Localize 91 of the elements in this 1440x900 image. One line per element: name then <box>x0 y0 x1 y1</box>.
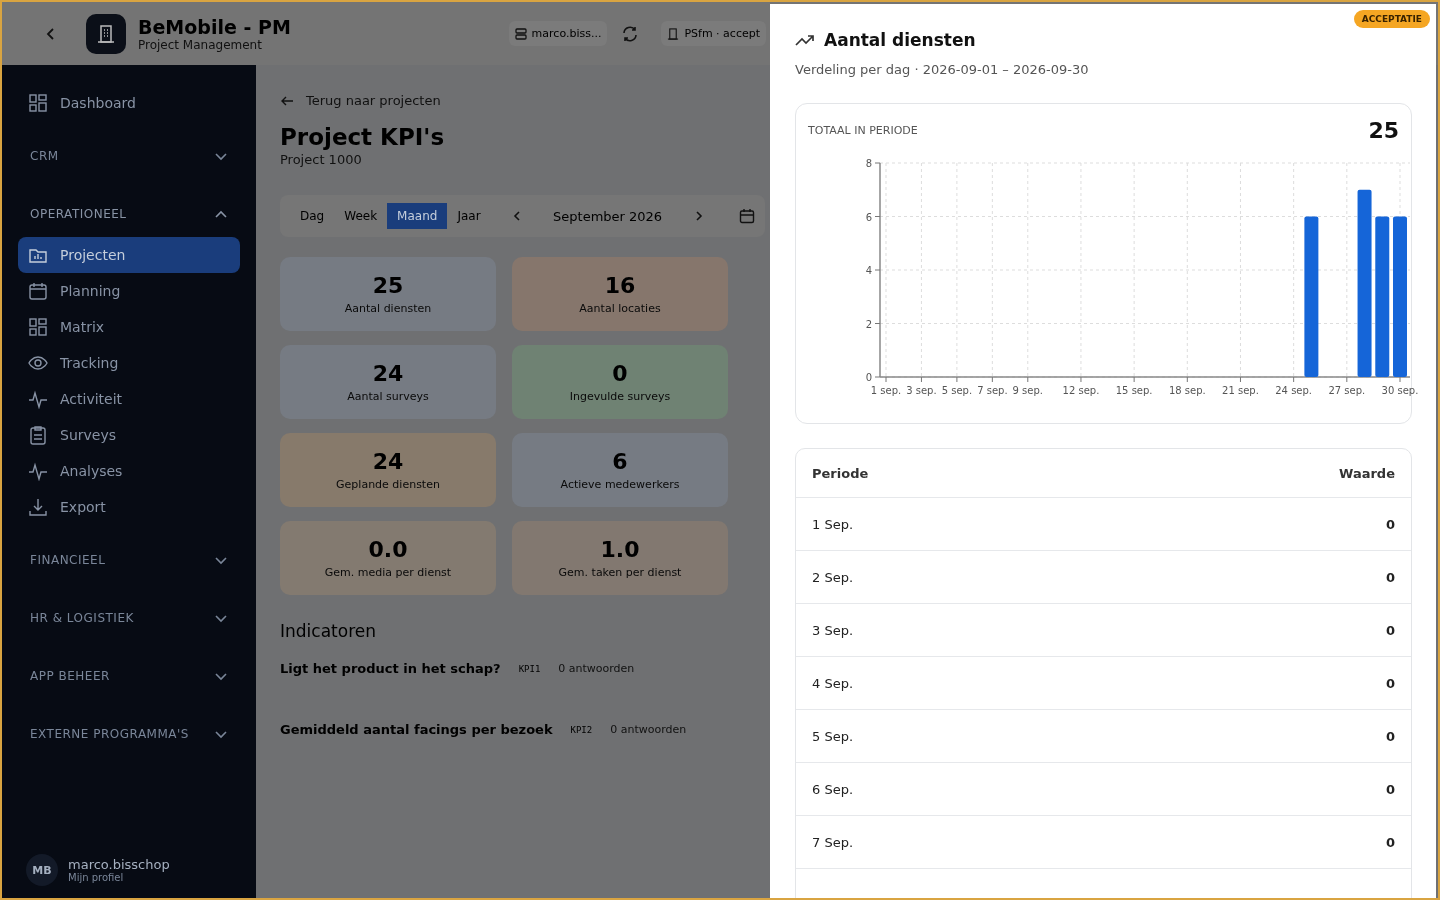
nav-item[interactable]: Tracking <box>18 345 240 381</box>
sidebar-section[interactable]: APP BEHEER <box>18 641 240 699</box>
column-header: Periode <box>812 465 869 481</box>
period-tab[interactable]: Jaar <box>447 203 491 229</box>
x-tick-label: 12 sep. <box>1062 385 1100 396</box>
drawer-title: Aantal diensten <box>824 30 976 50</box>
environment-badge: ACCEPTATIE <box>1353 10 1430 28</box>
sidebar-section[interactable]: OPERATIONEEL <box>18 179 240 237</box>
table-cell: 0 <box>1385 834 1395 850</box>
kpi-value: 1.0 <box>600 537 640 562</box>
x-tick-label: 21 sep. <box>1222 385 1259 396</box>
sidebar-section[interactable]: CRM <box>18 121 240 179</box>
x-tick-label: 15 sep. <box>1115 385 1153 396</box>
x-tick-label: 5 sep. <box>941 385 973 396</box>
table-cell: 6 Sep. <box>812 781 854 797</box>
drawer-subtitle: Verdeling per dag · 2026-09-01 – 2026-09-30 <box>795 62 1089 77</box>
x-tick-label: 24 sep. <box>1275 385 1313 396</box>
x-tick-label: 3 sep. <box>906 385 937 396</box>
nav-item[interactable]: Surveys <box>18 417 240 453</box>
sidebar-section[interactable]: FINANCIEEL <box>18 525 240 583</box>
kpi-label: Actieve medewerkers <box>560 478 680 491</box>
nav-item[interactable]: Analyses <box>18 453 240 489</box>
period-tab[interactable]: Week <box>334 203 388 229</box>
x-tick-label: 30 sep. <box>1381 385 1419 396</box>
user-name: marco.bisschop <box>68 857 170 872</box>
table-cell: 5 Sep. <box>812 728 854 744</box>
kpi-value: 6 <box>612 449 628 474</box>
kpi-value: 25 <box>372 273 404 298</box>
x-tick-label: 18 sep. <box>1168 385 1206 396</box>
indicator-code: KPI1 <box>518 663 541 674</box>
table-cell: 2 Sep. <box>812 569 854 585</box>
period-tab[interactable]: Dag <box>290 203 335 229</box>
table-cell: 7 Sep. <box>812 834 854 850</box>
indicator-question: Ligt het product in het schap? <box>280 661 501 676</box>
table-cell: 0 <box>1385 781 1395 797</box>
back-link[interactable]: Terug naar projecten <box>280 93 441 108</box>
y-tick-label: 0 <box>865 372 872 383</box>
page-title: Project KPI's <box>280 124 445 150</box>
table-cell: 0 <box>1385 516 1395 532</box>
kpi-value: 24 <box>372 361 404 386</box>
table-cell: 3 Sep. <box>812 622 854 638</box>
nav-item[interactable]: Dashboard <box>18 85 240 121</box>
kpi-label: Ingevulde surveys <box>569 390 671 403</box>
nav-item[interactable]: Export <box>18 489 240 525</box>
table-cell: 0 <box>1385 675 1395 691</box>
app-subtitle: Project Management <box>138 37 263 52</box>
x-tick-label: 7 sep. <box>977 385 1008 396</box>
y-tick-label: 8 <box>865 158 872 169</box>
period-label: September 2026 <box>552 208 664 224</box>
x-tick-label: 27 sep. <box>1328 385 1366 396</box>
table-cell: 4 Sep. <box>812 675 854 691</box>
period-tab[interactable]: Maand <box>387 203 448 229</box>
y-tick-label: 6 <box>865 211 872 223</box>
kpi-value: 16 <box>604 273 636 298</box>
profile-link[interactable]: Mijn profiel <box>68 872 170 883</box>
kpi-label: Gem. media per dienst <box>324 566 452 579</box>
table-cell: 1 Sep. <box>812 516 854 532</box>
kpi-label: Gem. taken per dienst <box>558 566 682 579</box>
user-avatar: MB <box>26 854 58 886</box>
kpi-value: 0.0 <box>368 537 408 562</box>
nav-item[interactable]: Projecten <box>18 237 240 273</box>
total-label: TOTAAL IN PERIODE <box>808 124 918 137</box>
indicator-code: KPI2 <box>570 724 593 735</box>
section-title: Indicatoren <box>280 621 376 641</box>
kpi-value: 24 <box>372 449 404 474</box>
indicator-question: Gemiddeld aantal facings per bezoek <box>280 722 553 737</box>
y-tick-label: 2 <box>865 318 872 330</box>
nav-item[interactable]: Activiteit <box>18 381 240 417</box>
x-tick-label: 1 sep. <box>870 385 902 396</box>
x-tick-label: 9 sep. <box>1012 385 1043 396</box>
answer-count: 0 antwoorden <box>610 723 687 736</box>
y-tick-label: 4 <box>865 265 872 276</box>
kpi-label: Aantal diensten <box>344 302 432 315</box>
total-value: 25 <box>1368 118 1399 143</box>
user-chip[interactable]: marco.biss... <box>508 21 608 46</box>
tenant-chip[interactable]: PSfm · accept <box>661 21 766 46</box>
table-cell: 0 <box>1385 569 1395 585</box>
answer-count: 0 antwoorden <box>558 662 635 675</box>
app-title: BeMobile - PM <box>138 15 291 38</box>
table-cell: 0 <box>1385 728 1395 744</box>
table-cell: 0 <box>1385 622 1395 638</box>
kpi-label: Aantal surveys <box>347 390 429 403</box>
kpi-value: 0 <box>612 361 628 386</box>
kpi-label: Geplande diensten <box>336 478 440 491</box>
nav-item[interactable]: Planning <box>18 273 240 309</box>
sidebar-section[interactable]: HR & LOGISTIEK <box>18 583 240 641</box>
column-header: Waarde <box>1339 465 1395 481</box>
sidebar-section[interactable]: EXTERNE PROGRAMMA'S <box>18 699 240 757</box>
kpi-label: Aantal locaties <box>579 302 661 315</box>
page-subtitle: Project 1000 <box>280 152 362 167</box>
nav-item[interactable]: Matrix <box>18 309 240 345</box>
